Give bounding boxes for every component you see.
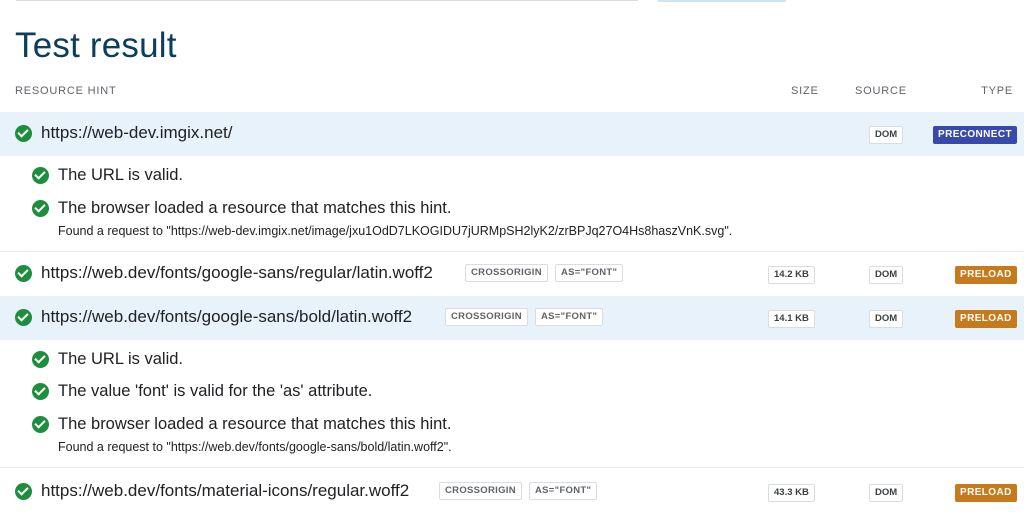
- type-badge-preconnect: PRECONNECT: [933, 126, 1018, 144]
- table-row[interactable]: https://web.dev/fonts/google-sans/regula…: [0, 252, 1024, 296]
- as-font-tag: AS="FONT": [535, 308, 604, 326]
- check-message: The URL is valid.: [58, 350, 184, 368]
- resource-url: https://web-dev.imgix.net/: [41, 123, 233, 142]
- resource-url: https://web.dev/fonts/google-sans/regula…: [41, 263, 433, 282]
- source-badge: DOM: [869, 126, 904, 144]
- size-badge: 14.1 KB: [768, 310, 815, 328]
- top-divider: [16, 0, 638, 1]
- crossorigin-tag: CROSSORIGIN: [445, 308, 528, 326]
- check-message: The URL is valid.: [58, 166, 184, 184]
- resource-url: https://web.dev/fonts/material-icons/reg…: [41, 481, 410, 500]
- column-header-type: TYPE: [981, 85, 1013, 97]
- size-badge: 14.2 KB: [768, 266, 815, 284]
- found-request-text: Found a request to "https://web.dev/font…: [58, 440, 452, 454]
- source-badge: DOM: [869, 310, 904, 328]
- check-circle-icon: [15, 483, 32, 500]
- table-row[interactable]: https://web.dev/fonts/google-sans/bold/l…: [0, 296, 1024, 340]
- table-header: RESOURCE HINT SIZE SOURCE TYPE: [0, 82, 1024, 102]
- check-message: The browser loaded a resource that match…: [58, 415, 452, 433]
- check-circle-icon: [32, 351, 49, 368]
- check-message: The browser loaded a resource that match…: [58, 199, 452, 217]
- as-font-tag: AS="FONT": [529, 482, 598, 500]
- crossorigin-tag: CROSSORIGIN: [465, 264, 548, 282]
- column-header-resource-hint: RESOURCE HINT: [15, 85, 117, 97]
- check-circle-icon: [32, 167, 49, 184]
- size-badge: 43.3 KB: [768, 484, 815, 502]
- resource-url: https://web.dev/fonts/google-sans/bold/l…: [41, 307, 413, 326]
- check-circle-icon: [32, 416, 49, 433]
- table-row[interactable]: https://web.dev/fonts/material-icons/reg…: [0, 468, 1024, 512]
- check-circle-icon: [15, 125, 32, 142]
- column-header-size: SIZE: [791, 85, 819, 97]
- top-accent-bar: [658, 0, 786, 2]
- type-badge-preload: PRELOAD: [955, 484, 1017, 502]
- table-row[interactable]: https://web-dev.imgix.net/ DOM PRECONNEC…: [0, 112, 1024, 156]
- column-header-source: SOURCE: [855, 85, 907, 97]
- check-circle-icon: [32, 200, 49, 217]
- check-message: The value 'font' is valid for the 'as' a…: [58, 382, 373, 400]
- type-badge-preload: PRELOAD: [955, 310, 1017, 328]
- as-font-tag: AS="FONT": [555, 264, 624, 282]
- type-badge-preload: PRELOAD: [955, 266, 1017, 284]
- top-strip: [0, 0, 1024, 4]
- check-circle-icon: [15, 309, 32, 326]
- check-circle-icon: [32, 383, 49, 400]
- crossorigin-tag: CROSSORIGIN: [439, 482, 522, 500]
- check-circle-icon: [15, 265, 32, 282]
- page-title: Test result: [15, 26, 177, 65]
- source-badge: DOM: [869, 266, 904, 284]
- found-request-text: Found a request to "https://web-dev.imgi…: [58, 224, 733, 238]
- source-badge: DOM: [869, 484, 904, 502]
